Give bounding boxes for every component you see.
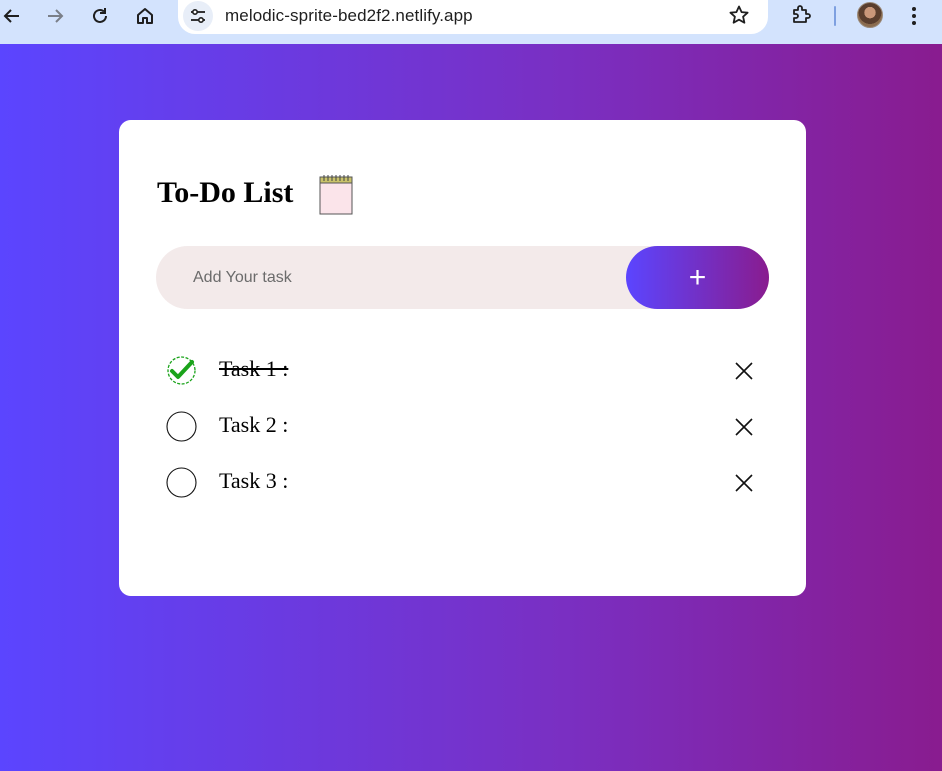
task-input[interactable] [176,246,606,309]
task-label: Task 2 : [219,412,289,437]
task-label: Task 3 : [219,468,289,493]
title-row: To-Do List [157,175,353,215]
check-circle-icon[interactable] [166,355,197,386]
puzzle-icon [793,5,811,23]
address-bar[interactable]: melodic-sprite-bed2f2.netlify.app [178,0,768,34]
close-icon[interactable] [734,361,754,381]
star-icon [729,5,749,24]
forward-button[interactable] [40,0,70,32]
toolbar-divider [834,6,836,26]
arrow-left-icon [3,9,19,23]
menu-button[interactable] [904,4,924,33]
kebab-menu-icon [912,7,916,25]
home-button[interactable] [130,0,160,32]
home-icon [137,8,153,24]
list-item[interactable]: Task 3 : [166,464,766,504]
close-icon[interactable] [734,417,754,437]
browser-toolbar: melodic-sprite-bed2f2.netlify.app [0,0,942,44]
url-text[interactable]: melodic-sprite-bed2f2.netlify.app [225,6,473,26]
add-task-row: + [156,246,769,309]
tune-icon [191,8,205,24]
task-label: Task 1 : [219,356,289,381]
page-background: To-Do List + Task 1 : [0,44,942,771]
extensions-button[interactable] [790,2,814,31]
todo-card: To-Do List + Task 1 : [119,120,806,596]
notepad-icon [319,175,353,215]
list-item[interactable]: Task 1 : [166,352,766,392]
add-task-button[interactable]: + [626,246,769,309]
reload-icon [93,8,107,23]
site-info-button[interactable] [183,1,213,31]
circle-icon[interactable] [166,467,197,498]
circle-icon[interactable] [166,411,197,442]
avatar[interactable] [857,2,883,28]
bookmark-button[interactable] [728,4,750,31]
back-button[interactable] [0,0,27,32]
close-icon[interactable] [734,473,754,493]
arrow-right-icon [48,9,64,23]
list-item[interactable]: Task 2 : [166,408,766,448]
page-title: To-Do List [157,176,294,209]
reload-button[interactable] [85,0,115,32]
